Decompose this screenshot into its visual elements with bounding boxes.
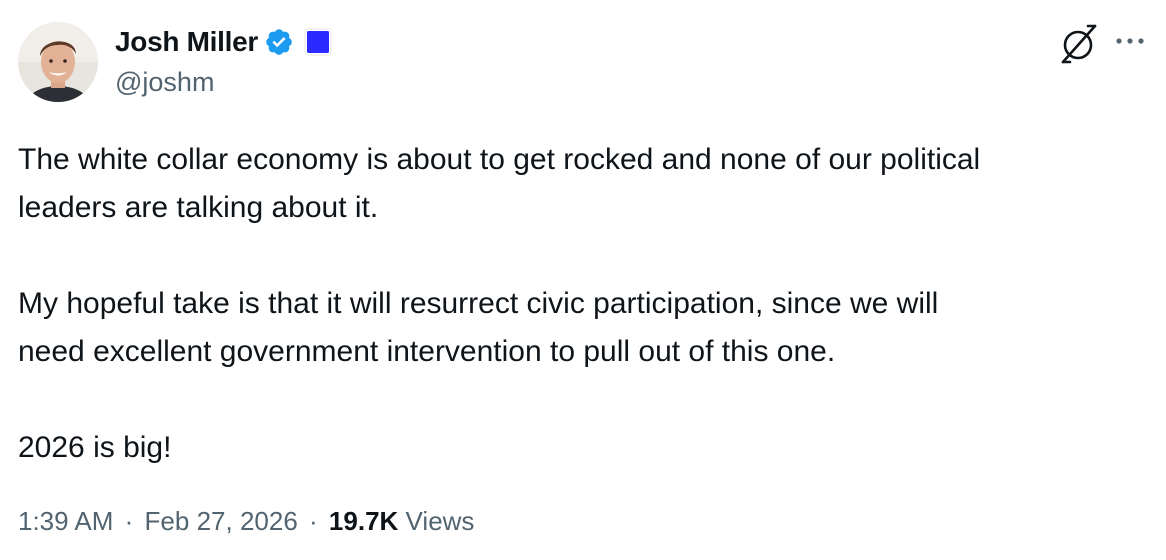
avatar[interactable] xyxy=(18,22,98,102)
author-header: Josh Miller @joshm xyxy=(115,24,332,98)
meta-separator: · xyxy=(124,506,134,536)
views-label: Views xyxy=(405,506,475,536)
more-horizontal-icon[interactable] xyxy=(1112,30,1148,52)
tweet-card: Josh Miller @joshm The white collar econ… xyxy=(0,0,1166,560)
name-row: Josh Miller xyxy=(115,24,332,60)
tweet-metadata: 1:39 AM · Feb 27, 2026 · 19.7K Views xyxy=(18,506,474,537)
tweet-text: The white collar economy is about to get… xyxy=(18,136,1158,472)
tweet-paragraph: 2026 is big! xyxy=(18,431,172,464)
verified-badge-icon[interactable] xyxy=(264,27,294,57)
meta-separator: · xyxy=(309,506,318,536)
tweet-paragraph: My hopeful take is that it will resurrec… xyxy=(18,287,939,368)
views-count[interactable]: 19.7K xyxy=(329,506,398,536)
tweet-time[interactable]: 1:39 AM xyxy=(18,506,113,536)
affiliate-badge-icon[interactable] xyxy=(304,28,332,56)
tweet-date[interactable]: Feb 27, 2026 xyxy=(145,506,298,536)
handle[interactable]: @joshm xyxy=(115,67,332,98)
avatar-image xyxy=(18,22,98,102)
tweet-paragraph: The white collar economy is about to get… xyxy=(18,143,981,224)
display-name[interactable]: Josh Miller xyxy=(115,26,258,58)
slashed-circle-logo-icon[interactable] xyxy=(1057,22,1101,66)
